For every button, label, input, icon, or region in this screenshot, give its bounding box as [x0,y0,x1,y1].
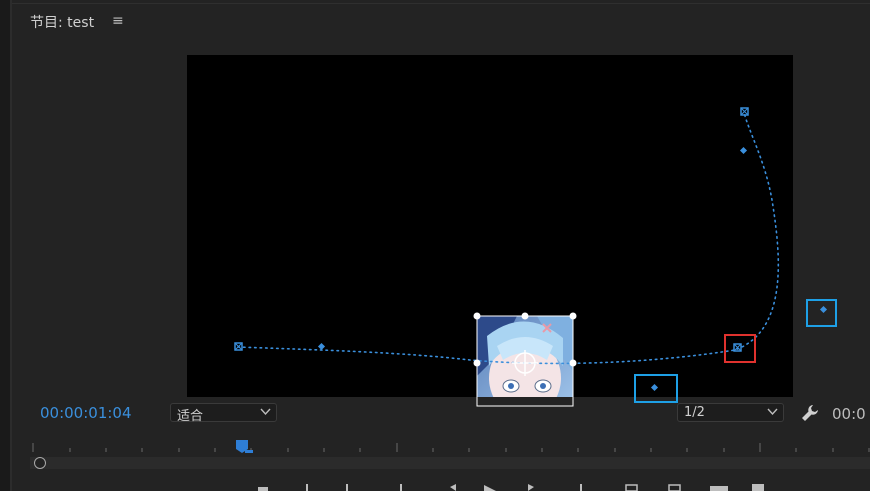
playback-resolution-value: 1/2 [684,405,705,420]
transport-controls [258,484,764,491]
lift-icon[interactable] [625,484,638,491]
zoom-fit-select[interactable]: 适合 [170,403,277,424]
play-icon[interactable] [484,485,496,491]
extract-icon[interactable] [668,484,681,491]
go-to-out-icon[interactable] [580,484,582,491]
duration-timecode: 00:0 [832,405,866,423]
panel-divider[interactable] [10,0,12,491]
go-to-in-icon[interactable] [400,484,402,491]
zoom-scroll-bar[interactable] [30,457,870,469]
panel-header: 节目: test ≡ [12,0,870,40]
time-ruler[interactable] [28,440,870,454]
playback-resolution-select[interactable]: 1/2 [677,403,784,422]
panel-title[interactable]: 节目: test [30,12,94,32]
step-back-icon[interactable] [450,484,456,491]
in-point-icon[interactable] [306,484,308,491]
marker-icon[interactable] [258,487,268,491]
left-panel-edge [0,0,10,491]
highlight-box-blue [806,299,837,327]
bezier-handle[interactable] [819,305,828,314]
playhead-marker[interactable] [235,438,253,456]
program-monitor-viewer[interactable] [187,55,793,397]
clip-frame-image [477,316,573,397]
comparison-icon[interactable] [752,484,764,491]
export-frame-icon[interactable] [710,486,728,491]
zoom-fit-value: 适合 [177,409,204,424]
out-point-icon[interactable] [346,484,348,491]
wrench-icon[interactable] [800,403,820,423]
zoom-scroll-handle[interactable] [34,457,46,469]
chevron-down-icon [260,408,271,416]
step-forward-icon[interactable] [528,484,534,491]
hamburger-menu-icon[interactable]: ≡ [112,13,124,29]
chevron-down-icon [767,408,778,416]
current-timecode[interactable]: 00:00:01:04 [40,404,132,422]
